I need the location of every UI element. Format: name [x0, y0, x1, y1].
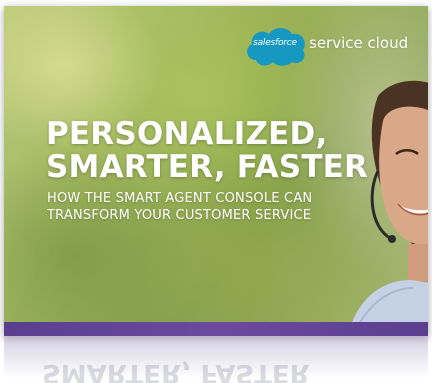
agent-portrait-image [348, 80, 428, 336]
subheadline-line-2: TRANSFORM YOUR CUSTOMER SERVICE [47, 208, 312, 223]
reflection-text: SMARTER, FASTER [42, 358, 310, 383]
product-name: service cloud [309, 34, 409, 52]
headline-line-2: SMARTER, FASTER [46, 149, 369, 185]
purple-footer-band [4, 322, 428, 336]
ebook-cover-stage: salesforce service cloud PERSONALIZED, S… [0, 0, 432, 383]
subheadline: HOW THE SMART AGENT CONSOLE CAN TRANSFOR… [47, 190, 312, 224]
salesforce-wordmark: salesforce [253, 38, 297, 48]
ebook-cover[interactable]: salesforce service cloud PERSONALIZED, S… [4, 6, 428, 336]
subheadline-line-1: HOW THE SMART AGENT CONSOLE CAN [47, 191, 313, 206]
salesforce-service-cloud-logo[interactable]: salesforce service cloud [242, 24, 414, 68]
headline: PERSONALIZED, SMARTER, FASTER [46, 118, 368, 184]
headline-line-1: PERSONALIZED, [46, 116, 328, 152]
cover-reflection: SMARTER, FASTER [4, 336, 428, 383]
